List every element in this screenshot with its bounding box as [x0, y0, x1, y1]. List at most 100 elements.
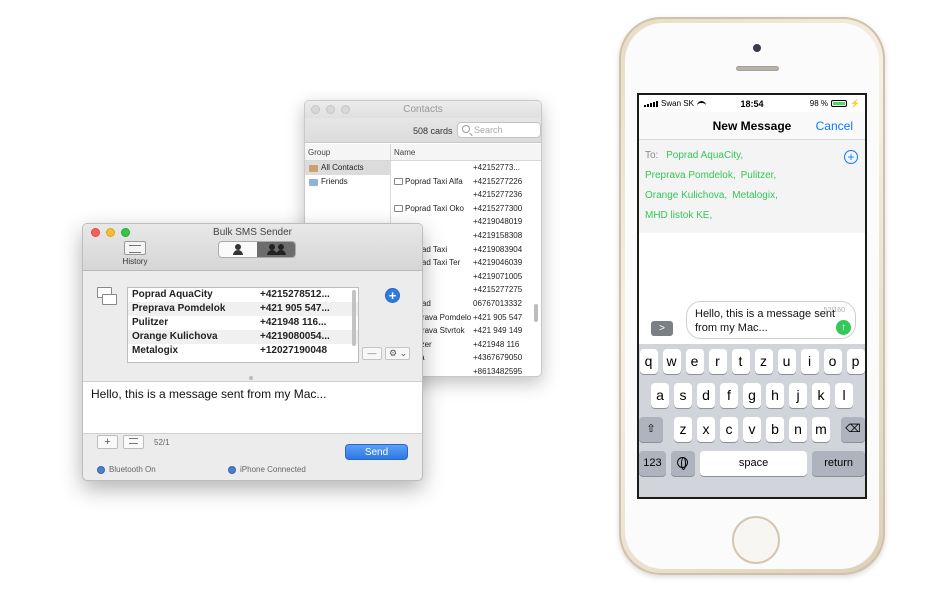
key-d[interactable]: d: [697, 383, 715, 408]
recipient-row[interactable]: Metalogix +12027190048: [128, 344, 358, 358]
search-input[interactable]: Search: [457, 122, 541, 138]
recipient-token[interactable]: Pulitzer,: [741, 170, 777, 181]
cancel-button[interactable]: Cancel: [816, 119, 853, 133]
key-z[interactable]: z: [674, 417, 692, 442]
contact-row[interactable]: +42152773...: [391, 161, 541, 175]
bulk-sms-window: Bulk SMS Sender History Poprad AquaCity +…: [82, 223, 423, 481]
key-x[interactable]: x: [697, 417, 715, 442]
key-t[interactable]: t: [731, 349, 750, 374]
bluetooth-status-icon: [97, 465, 105, 474]
key-n[interactable]: n: [789, 417, 807, 442]
key-c[interactable]: c: [720, 417, 738, 442]
recipient-token[interactable]: MHD listok KE,: [645, 210, 712, 221]
key-f[interactable]: f: [720, 383, 738, 408]
key-e[interactable]: e: [685, 349, 704, 374]
recipient-number: +4219080054...: [260, 331, 330, 342]
key-h[interactable]: h: [766, 383, 784, 408]
recipient-token[interactable]: Orange Kulichova,: [645, 190, 727, 201]
recipient-row[interactable]: Preprava Pomdelok +421 905 547...: [128, 302, 358, 316]
recipient-token[interactable]: Metalogix,: [732, 190, 778, 201]
numbers-key[interactable]: 123: [639, 451, 666, 476]
contact-row[interactable]: Poprad Taxi Oko +4215277300: [391, 202, 541, 216]
key-q[interactable]: q: [639, 349, 658, 374]
recipient-token[interactable]: Preprava Pomdelok,: [645, 170, 736, 181]
close-button[interactable]: [311, 105, 320, 114]
key-p[interactable]: p: [846, 349, 865, 374]
history-button[interactable]: History: [116, 241, 154, 266]
globe-key[interactable]: [670, 451, 695, 476]
key-u[interactable]: u: [777, 349, 796, 374]
key-row-3: ⇧ zxcvbnm ⌫: [639, 417, 865, 442]
group-contact-segment[interactable]: [257, 242, 295, 257]
recipient-name: Pulitzer: [132, 317, 169, 328]
contact-name: [391, 188, 471, 202]
folder-icon: [309, 178, 318, 186]
contact-card-icon: [394, 177, 403, 185]
recipient-row[interactable]: Orange Kulichova +4219080054...: [128, 330, 358, 344]
apps-chevron-button[interactable]: >: [651, 321, 673, 336]
to-field[interactable]: To: Poprad AquaCity, Preprava Pomdelok, Pu…: [639, 140, 865, 233]
send-button[interactable]: Send: [345, 444, 408, 460]
contact-row[interactable]: Poprad Taxi Alfa +4215277226: [391, 175, 541, 189]
scrollbar[interactable]: [534, 304, 538, 322]
recipient-row[interactable]: Poprad AquaCity +4215278512...: [128, 288, 358, 302]
single-contact-segment[interactable]: [219, 242, 257, 257]
scrollbar[interactable]: [352, 290, 356, 346]
contact-number: +4215277275: [473, 285, 523, 295]
key-z[interactable]: z: [754, 349, 773, 374]
key-row-2: asdfghjkl: [639, 383, 865, 408]
contact-number: +421 949 149: [473, 326, 523, 336]
home-button[interactable]: [732, 516, 780, 564]
space-key[interactable]: space: [699, 451, 808, 476]
camera-icon: [753, 44, 761, 52]
message-input[interactable]: Hello, this is a message sent from my Ma…: [686, 301, 856, 339]
key-a[interactable]: a: [651, 383, 669, 408]
shift-key[interactable]: ⇧: [639, 417, 663, 442]
recipient-table: Poprad AquaCity +4215278512... Preprava Po…: [127, 287, 359, 363]
people-icon: [275, 244, 286, 255]
message-area: > Hello, this is a message sent from my …: [639, 233, 865, 343]
message-text: Hello, this is a message sent from my Ma…: [695, 308, 836, 334]
templates-button[interactable]: [123, 435, 144, 449]
key-b[interactable]: b: [766, 417, 784, 442]
key-v[interactable]: v: [743, 417, 761, 442]
key-o[interactable]: o: [823, 349, 842, 374]
recipient-row[interactable]: Pulitzer +421948 116...: [128, 316, 358, 330]
contact-row[interactable]: +4215277236: [391, 188, 541, 202]
window-controls: [311, 105, 350, 114]
add-recipient-button[interactable]: +: [385, 288, 400, 303]
search-icon: [462, 125, 470, 133]
message-text-area[interactable]: Hello, this is a message sent from my Ma…: [83, 381, 422, 434]
contact-number: +421 905 547: [473, 312, 523, 322]
remove-recipient-button[interactable]: —: [362, 347, 382, 360]
recipient-token[interactable]: Poprad AquaCity,: [666, 150, 743, 161]
gear-menu-button[interactable]: ⚙ ⌄: [385, 347, 410, 360]
recipient-rows: Poprad AquaCity +4215278512... Preprava Po…: [128, 288, 358, 358]
nav-bar: New Message Cancel: [639, 112, 865, 140]
key-m[interactable]: m: [812, 417, 830, 442]
minimize-button[interactable]: [326, 105, 335, 114]
key-k[interactable]: k: [812, 383, 830, 408]
key-i[interactable]: i: [800, 349, 819, 374]
group-item-friends[interactable]: Friends: [305, 175, 390, 189]
key-g[interactable]: g: [743, 383, 761, 408]
return-key[interactable]: return: [812, 451, 865, 476]
group-item-all-contacts[interactable]: All Contacts: [305, 161, 390, 175]
delete-key[interactable]: ⌫: [841, 417, 865, 442]
key-l[interactable]: l: [835, 383, 853, 408]
add-contact-icon[interactable]: +: [844, 150, 858, 164]
contact-number: +4367679050: [473, 353, 523, 363]
bluetooth-status-label: Bluetooth On: [109, 465, 156, 474]
contact-name-text: Poprad Taxi Oko: [405, 203, 464, 213]
add-button[interactable]: +: [97, 435, 118, 449]
zoom-button[interactable]: [341, 105, 350, 114]
group-label: Friends: [321, 177, 348, 186]
contacts-toolbar: 508 cards Search: [305, 118, 541, 143]
key-s[interactable]: s: [674, 383, 692, 408]
key-r[interactable]: r: [708, 349, 727, 374]
key-j[interactable]: j: [789, 383, 807, 408]
send-arrow-button[interactable]: ↑: [836, 320, 851, 335]
key-w[interactable]: w: [662, 349, 681, 374]
iphone-status: iPhone Connected: [228, 465, 306, 474]
key-row-bottom: 123 space return: [639, 451, 865, 476]
